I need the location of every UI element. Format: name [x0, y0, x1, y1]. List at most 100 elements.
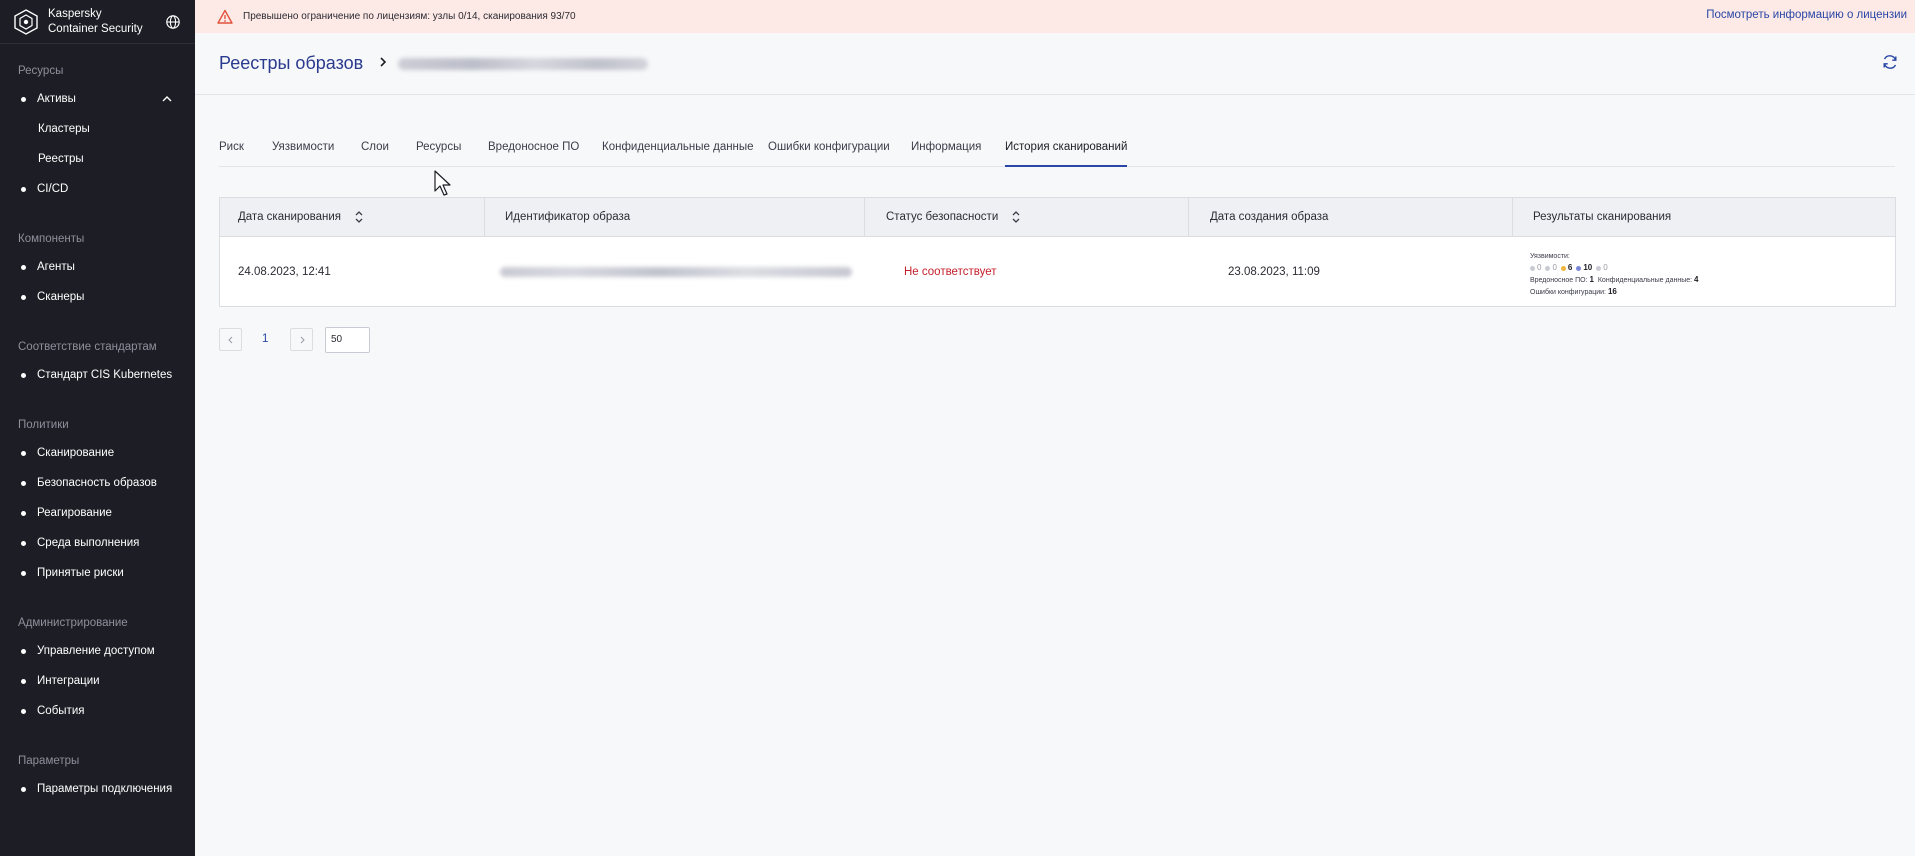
misconfig-summary: Ошибки конфигурации: 16: [1530, 286, 1698, 298]
bullet-icon: [21, 481, 26, 486]
chevron-left-icon: [228, 336, 233, 344]
sidebar-item[interactable]: CI/CD: [0, 174, 195, 204]
bullet-icon: [21, 787, 26, 792]
sidebar-item[interactable]: Агенты: [0, 252, 195, 282]
sidebar-item[interactable]: Реестры: [0, 144, 195, 174]
sidebar-item[interactable]: События: [0, 696, 195, 726]
sidebar-item[interactable]: Управление доступом: [0, 636, 195, 666]
breadcrumb-image-registries[interactable]: Реестры образов: [219, 53, 363, 74]
cell-scan-date: 24.08.2023, 12:41: [238, 266, 331, 278]
chevron-right-icon: [380, 57, 387, 67]
malware-label: Вредоносное ПО:: [1530, 277, 1588, 284]
severity-dot-icon: [1560, 265, 1566, 271]
sidebar-item[interactable]: Активы: [0, 84, 195, 114]
sidebar-item[interactable]: Безопасность образов: [0, 468, 195, 498]
tab-sensitive-data[interactable]: Конфиденциальные данные: [602, 141, 754, 167]
nav-group-title: Соответствие стандартам: [18, 341, 157, 353]
next-page-button[interactable]: [290, 328, 313, 351]
cell-scan-results: Уязвимости: 0 0 6 10 0 Вредоносное ПО: 1 Кон…: [1530, 251, 1698, 298]
sidebar-item-label: Интеграции: [37, 675, 100, 687]
bullet-icon: [21, 541, 26, 546]
sidebar-item-label: Управление доступом: [37, 645, 155, 657]
sidebar-item-label: CI/CD: [37, 183, 69, 195]
bullet-icon: [21, 679, 26, 684]
sidebar-nav: Ресурсы Активы Кластеры Реестры CI/CD Компоне…: [0, 44, 195, 804]
column-image-created: Дата создания образа: [1189, 198, 1513, 237]
column-label: Статус безопасности: [886, 211, 999, 223]
tab-risk[interactable]: Риск: [219, 141, 244, 167]
nav-group: Ресурсы Активы Кластеры Реестры CI/CD: [0, 58, 195, 204]
license-warning-banner: Превышено ограничение по лицензиям: узлы…: [195, 0, 1915, 33]
tab-malware[interactable]: Вредоносное ПО: [488, 141, 579, 167]
sidebar-item-label: Безопасность образов: [37, 477, 157, 489]
severity-count: 0: [1552, 263, 1557, 272]
column-label: Идентификатор образа: [505, 211, 631, 223]
page-header: Реестры образов: [195, 33, 1915, 95]
nav-group-title: Ресурсы: [18, 65, 64, 77]
sidebar-item[interactable]: Сканеры: [0, 282, 195, 312]
bullet-icon: [21, 295, 26, 300]
globe-icon[interactable]: [165, 14, 181, 30]
vuln-summary: Уязвимости:: [1530, 251, 1698, 262]
tab-vulnerabilities[interactable]: Уязвимости: [272, 141, 334, 167]
cell-image-created: 23.08.2023, 11:09: [1228, 266, 1320, 278]
column-scan-date[interactable]: Дата сканирования: [220, 198, 485, 237]
tab-misconfigurations[interactable]: Ошибки конфигурации: [768, 141, 890, 167]
nav-group-title: Параметры: [18, 755, 80, 767]
tab-resources[interactable]: Ресурсы: [416, 141, 461, 167]
tab-layers[interactable]: Слои: [361, 141, 389, 167]
sidebar-item[interactable]: Параметры подключения: [0, 774, 195, 804]
refresh-icon[interactable]: [1881, 53, 1899, 71]
vuln-counts: 0 0 6 10 0: [1530, 262, 1698, 274]
column-security-status[interactable]: Статус безопасности: [865, 198, 1189, 237]
brand-line2: Container Security: [48, 22, 143, 35]
tab-bar: Риск Уязвимости Слои Ресурсы Вредоносное…: [219, 137, 1895, 167]
sidebar-item-label: Активы: [37, 93, 76, 105]
kaspersky-logo-icon: [12, 8, 40, 36]
sort-icon[interactable]: [1011, 209, 1021, 225]
bullet-icon: [21, 451, 26, 456]
nav-group: Компоненты Агенты Сканеры: [0, 226, 195, 312]
sidebar-item-label: Реагирование: [37, 507, 112, 519]
bullet-icon: [21, 265, 26, 270]
sidebar-item[interactable]: Сканирование: [0, 438, 195, 468]
sidebar-item-label: Реестры: [38, 153, 84, 165]
bullet-icon: [21, 373, 26, 378]
column-label: Дата сканирования: [238, 211, 342, 223]
nav-group: Параметры Параметры подключения: [0, 748, 195, 804]
sensitive-label: Конфиденциальные данные:: [1597, 277, 1693, 284]
license-info-link[interactable]: Посмотреть информацию о лицензии: [1706, 9, 1907, 21]
chevron-up-icon[interactable]: [161, 93, 173, 105]
malware-sensitive-summary: Вредоносное ПО: 1 Конфиденциальные данны…: [1530, 274, 1698, 286]
nav-group: Соответствие стандартам Стандарт CIS Kube…: [0, 334, 195, 390]
warning-icon: [217, 9, 233, 24]
page-number[interactable]: 1: [262, 333, 268, 345]
bullet-icon: [21, 709, 26, 714]
table-header: Дата сканирования Идентификатор образа С…: [220, 198, 1895, 237]
nav-group-title: Компоненты: [18, 233, 85, 245]
sidebar-item-label: Принятые риски: [37, 567, 124, 579]
sidebar-item[interactable]: Реагирование: [0, 498, 195, 528]
sidebar-item-label: Сканирование: [37, 447, 115, 459]
page-size-select[interactable]: 50: [325, 327, 370, 353]
sidebar-item[interactable]: Кластеры: [0, 114, 195, 144]
sidebar-item[interactable]: Среда выполнения: [0, 528, 195, 558]
tab-information[interactable]: Информация: [911, 141, 981, 167]
sidebar-item-label: Среда выполнения: [37, 537, 140, 549]
nav-group-title: Администрирование: [18, 617, 128, 629]
banner-text: Превышено ограничение по лицензиям: узлы…: [243, 11, 576, 22]
sidebar-item[interactable]: Принятые риски: [0, 558, 195, 588]
brand[interactable]: Kaspersky Container Security: [0, 0, 195, 44]
prev-page-button[interactable]: [219, 328, 242, 351]
severity-count: 0: [1603, 263, 1608, 272]
bullet-icon: [21, 571, 26, 576]
bullet-icon: [21, 511, 26, 516]
severity-count: 6: [1567, 263, 1573, 272]
column-scan-results: Результаты сканирования: [1513, 198, 1895, 237]
sort-icon[interactable]: [354, 209, 364, 225]
sidebar-item-label: Стандарт CIS Kubernetes: [37, 369, 173, 381]
breadcrumb-current-redacted: [398, 58, 648, 70]
tab-scan-history[interactable]: История сканирований: [1005, 141, 1128, 167]
sidebar-item[interactable]: Стандарт CIS Kubernetes: [0, 360, 195, 390]
sidebar-item[interactable]: Интеграции: [0, 666, 195, 696]
